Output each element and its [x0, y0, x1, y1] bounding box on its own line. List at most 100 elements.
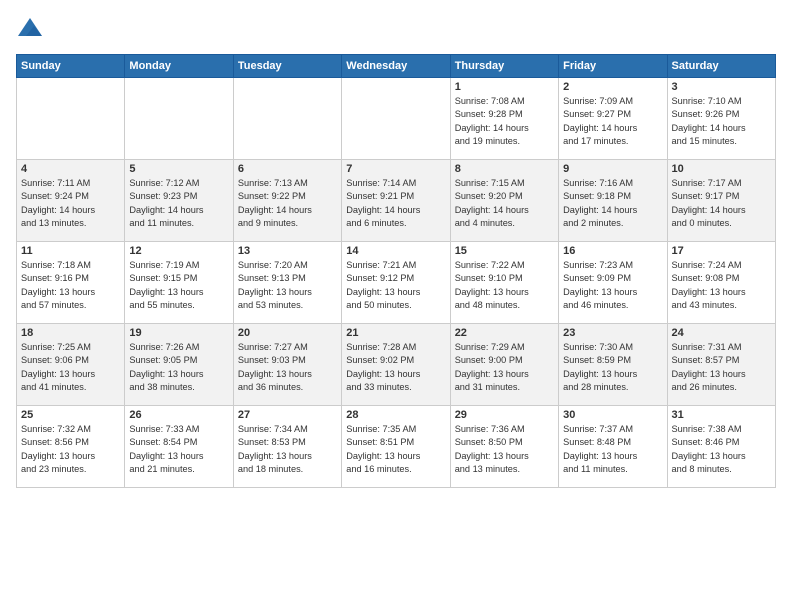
day-detail: Sunrise: 7:36 AMSunset: 8:50 PMDaylight:…	[455, 423, 554, 476]
day-number: 8	[455, 163, 554, 175]
week-row: 18 Sunrise: 7:25 AMSunset: 9:06 PMDayligh…	[17, 324, 776, 406]
day-number: 26	[129, 409, 228, 421]
header-day-sunday: Sunday	[17, 55, 125, 78]
calendar-cell: 4 Sunrise: 7:11 AMSunset: 9:24 PMDaylight…	[17, 160, 125, 242]
header	[16, 16, 776, 44]
day-detail: Sunrise: 7:16 AMSunset: 9:18 PMDaylight:…	[563, 177, 662, 230]
week-row: 11 Sunrise: 7:18 AMSunset: 9:16 PMDayligh…	[17, 242, 776, 324]
calendar-cell: 19Sunrise: 7:26 AMSunset: 9:05 PMDayligh…	[125, 324, 233, 406]
calendar-cell: 7 Sunrise: 7:14 AMSunset: 9:21 PMDaylight…	[342, 160, 450, 242]
day-number: 20	[238, 327, 337, 339]
calendar-cell	[125, 78, 233, 160]
day-number: 1	[455, 81, 554, 93]
day-detail: Sunrise: 7:30 AMSunset: 8:59 PMDaylight:…	[563, 341, 662, 394]
day-detail: Sunrise: 7:27 AMSunset: 9:03 PMDaylight:…	[238, 341, 337, 394]
day-detail: Sunrise: 7:09 AMSunset: 9:27 PMDaylight:…	[563, 95, 662, 148]
header-day-friday: Friday	[559, 55, 667, 78]
header-day-thursday: Thursday	[450, 55, 558, 78]
day-detail: Sunrise: 7:19 AMSunset: 9:15 PMDaylight:…	[129, 259, 228, 312]
day-number: 3	[672, 81, 771, 93]
calendar-cell: 15 Sunrise: 7:22 AMSunset: 9:10 PMDayligh…	[450, 242, 558, 324]
calendar-cell: 21Sunrise: 7:28 AMSunset: 9:02 PMDayligh…	[342, 324, 450, 406]
day-detail: Sunrise: 7:17 AMSunset: 9:17 PMDaylight:…	[672, 177, 771, 230]
day-detail: Sunrise: 7:38 AMSunset: 8:46 PMDaylight:…	[672, 423, 771, 476]
day-number: 7	[346, 163, 445, 175]
day-number: 16	[563, 245, 662, 257]
calendar-header: SundayMondayTuesdayWednesdayThursdayFrid…	[17, 55, 776, 78]
calendar-cell: 28 Sunrise: 7:35 AMSunset: 8:51 PMDayligh…	[342, 406, 450, 488]
day-detail: Sunrise: 7:22 AMSunset: 9:10 PMDaylight:…	[455, 259, 554, 312]
calendar-cell: 8 Sunrise: 7:15 AMSunset: 9:20 PMDaylight…	[450, 160, 558, 242]
calendar-cell: 17 Sunrise: 7:24 AMSunset: 9:08 PMDayligh…	[667, 242, 775, 324]
logo	[16, 16, 48, 44]
day-number: 25	[21, 409, 120, 421]
calendar-cell: 14 Sunrise: 7:21 AMSunset: 9:12 PMDayligh…	[342, 242, 450, 324]
day-number: 12	[129, 245, 228, 257]
day-number: 4	[21, 163, 120, 175]
calendar-cell: 20 Sunrise: 7:27 AMSunset: 9:03 PMDayligh…	[233, 324, 341, 406]
calendar-cell	[233, 78, 341, 160]
day-detail: Sunrise: 7:18 AMSunset: 9:16 PMDaylight:…	[21, 259, 120, 312]
day-number: 24	[672, 327, 771, 339]
day-detail: Sunrise: 7:15 AMSunset: 9:20 PMDaylight:…	[455, 177, 554, 230]
header-day-wednesday: Wednesday	[342, 55, 450, 78]
day-number: 9	[563, 163, 662, 175]
calendar-cell: 24Sunrise: 7:31 AMSunset: 8:57 PMDayligh…	[667, 324, 775, 406]
day-number: 30	[563, 409, 662, 421]
day-number: 11	[21, 245, 120, 257]
calendar-cell: 18 Sunrise: 7:25 AMSunset: 9:06 PMDayligh…	[17, 324, 125, 406]
calendar-cell: 22Sunrise: 7:29 AMSunset: 9:00 PMDayligh…	[450, 324, 558, 406]
calendar-cell: 2 Sunrise: 7:09 AMSunset: 9:27 PMDaylight…	[559, 78, 667, 160]
day-detail: Sunrise: 7:12 AMSunset: 9:23 PMDaylight:…	[129, 177, 228, 230]
day-detail: Sunrise: 7:32 AMSunset: 8:56 PMDaylight:…	[21, 423, 120, 476]
day-detail: Sunrise: 7:11 AMSunset: 9:24 PMDaylight:…	[21, 177, 120, 230]
day-number: 15	[455, 245, 554, 257]
header-row: SundayMondayTuesdayWednesdayThursdayFrid…	[17, 55, 776, 78]
day-number: 27	[238, 409, 337, 421]
day-detail: Sunrise: 7:13 AMSunset: 9:22 PMDaylight:…	[238, 177, 337, 230]
week-row: 4 Sunrise: 7:11 AMSunset: 9:24 PMDaylight…	[17, 160, 776, 242]
day-number: 10	[672, 163, 771, 175]
day-detail: Sunrise: 7:33 AMSunset: 8:54 PMDaylight:…	[129, 423, 228, 476]
day-detail: Sunrise: 7:10 AMSunset: 9:26 PMDaylight:…	[672, 95, 771, 148]
day-number: 28	[346, 409, 445, 421]
calendar-cell: 11 Sunrise: 7:18 AMSunset: 9:16 PMDayligh…	[17, 242, 125, 324]
page: SundayMondayTuesdayWednesdayThursdayFrid…	[0, 0, 792, 612]
day-detail: Sunrise: 7:24 AMSunset: 9:08 PMDaylight:…	[672, 259, 771, 312]
day-number: 18	[21, 327, 120, 339]
calendar-cell	[342, 78, 450, 160]
day-number: 2	[563, 81, 662, 93]
calendar-table: SundayMondayTuesdayWednesdayThursdayFrid…	[16, 54, 776, 488]
day-number: 31	[672, 409, 771, 421]
day-number: 29	[455, 409, 554, 421]
header-day-saturday: Saturday	[667, 55, 775, 78]
day-detail: Sunrise: 7:35 AMSunset: 8:51 PMDaylight:…	[346, 423, 445, 476]
calendar-cell: 13 Sunrise: 7:20 AMSunset: 9:13 PMDayligh…	[233, 242, 341, 324]
day-detail: Sunrise: 7:14 AMSunset: 9:21 PMDaylight:…	[346, 177, 445, 230]
calendar-cell: 9 Sunrise: 7:16 AMSunset: 9:18 PMDaylight…	[559, 160, 667, 242]
calendar-cell: 27Sunrise: 7:34 AMSunset: 8:53 PMDayligh…	[233, 406, 341, 488]
day-detail: Sunrise: 7:26 AMSunset: 9:05 PMDaylight:…	[129, 341, 228, 394]
day-detail: Sunrise: 7:25 AMSunset: 9:06 PMDaylight:…	[21, 341, 120, 394]
calendar-cell: 16 Sunrise: 7:23 AMSunset: 9:09 PMDayligh…	[559, 242, 667, 324]
calendar-cell: 5Sunrise: 7:12 AMSunset: 9:23 PMDaylight…	[125, 160, 233, 242]
day-detail: Sunrise: 7:21 AMSunset: 9:12 PMDaylight:…	[346, 259, 445, 312]
day-detail: Sunrise: 7:20 AMSunset: 9:13 PMDaylight:…	[238, 259, 337, 312]
day-number: 17	[672, 245, 771, 257]
calendar-cell: 23 Sunrise: 7:30 AMSunset: 8:59 PMDayligh…	[559, 324, 667, 406]
calendar-body: 1 Sunrise: 7:08 AMSunset: 9:28 PMDaylight…	[17, 78, 776, 488]
day-number: 21	[346, 327, 445, 339]
day-number: 14	[346, 245, 445, 257]
calendar-cell	[17, 78, 125, 160]
header-day-tuesday: Tuesday	[233, 55, 341, 78]
calendar-cell: 30 Sunrise: 7:37 AMSunset: 8:48 PMDayligh…	[559, 406, 667, 488]
day-detail: Sunrise: 7:37 AMSunset: 8:48 PMDaylight:…	[563, 423, 662, 476]
day-detail: Sunrise: 7:23 AMSunset: 9:09 PMDaylight:…	[563, 259, 662, 312]
day-number: 23	[563, 327, 662, 339]
calendar-cell: 1 Sunrise: 7:08 AMSunset: 9:28 PMDaylight…	[450, 78, 558, 160]
calendar-cell: 6 Sunrise: 7:13 AMSunset: 9:22 PMDaylight…	[233, 160, 341, 242]
day-number: 13	[238, 245, 337, 257]
day-detail: Sunrise: 7:08 AMSunset: 9:28 PMDaylight:…	[455, 95, 554, 148]
week-row: 1 Sunrise: 7:08 AMSunset: 9:28 PMDaylight…	[17, 78, 776, 160]
day-number: 6	[238, 163, 337, 175]
